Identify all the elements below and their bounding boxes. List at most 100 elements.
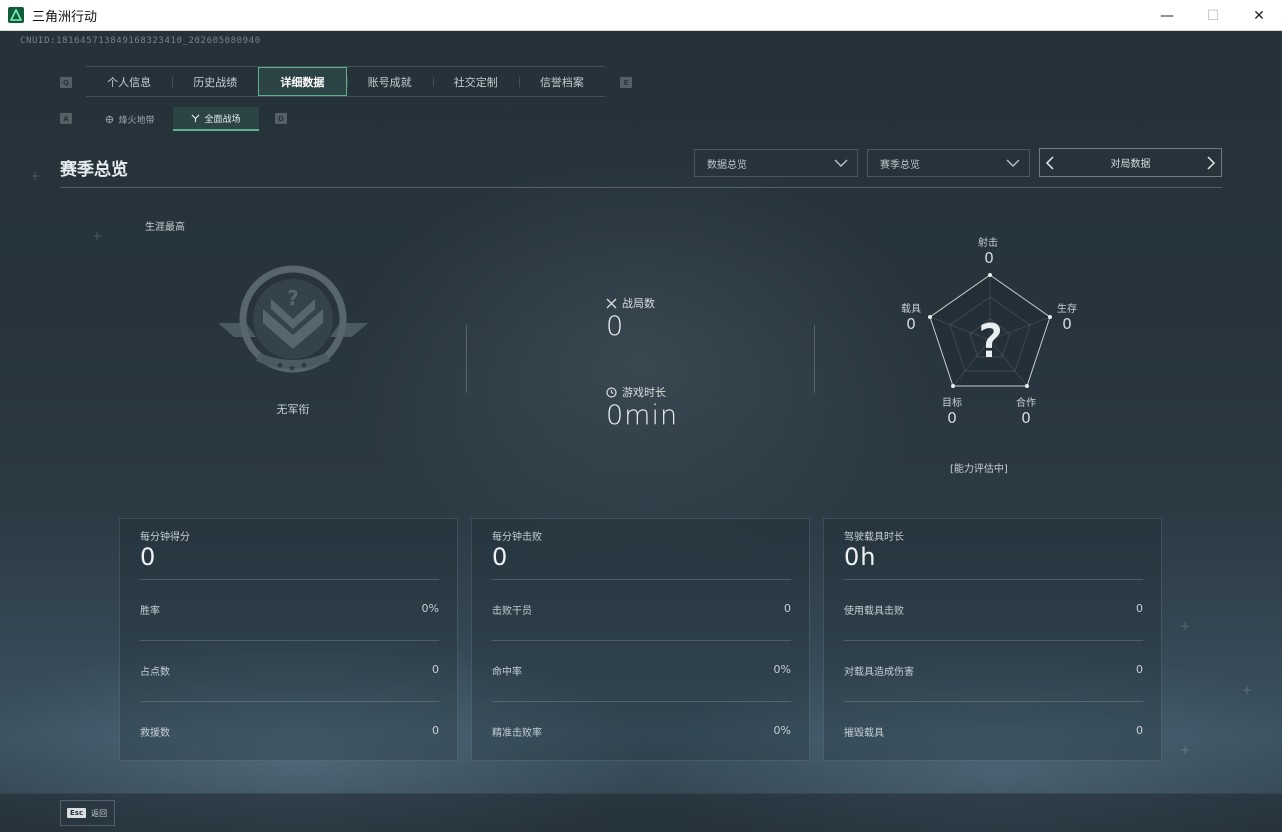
stat-row-value: 0% — [773, 724, 791, 737]
crosshair-deco-icon: + — [30, 169, 41, 183]
kill-stats-panel: 每分钟击败 0 击败干员 0 命中率 0% 精准击败率 0% — [471, 518, 810, 761]
stat-row: 胜率 0% — [140, 602, 439, 617]
radar-label-objective: 目标 — [942, 398, 962, 409]
crosshair-deco-icon: + — [1242, 683, 1253, 697]
stat-row-label: 击败干员 — [492, 606, 532, 617]
stat-row: 使用载具击败 0 — [844, 602, 1143, 617]
battlefield-icon — [192, 114, 200, 122]
minimize-button[interactable]: — — [1144, 0, 1190, 31]
game-viewport: CNUID:181645713849168323410_202605080940… — [0, 31, 1282, 832]
panel-main-value: 0 — [140, 543, 157, 571]
ability-radar-chart: ? — [928, 273, 1052, 388]
svg-text:★: ★ — [276, 361, 284, 371]
close-button[interactable]: ✕ — [1236, 0, 1282, 31]
esc-key-hint: Esc — [67, 808, 87, 818]
tab-next-key: E — [620, 77, 632, 88]
stat-row: 救援数 0 — [140, 724, 439, 739]
matches-label-text: 战局数 — [622, 297, 655, 310]
rank-emblem-icon: ? ★ ★ ★ — [218, 265, 368, 374]
header-divider — [60, 187, 1222, 188]
panel-title: 每分钟击败 — [492, 532, 542, 543]
stat-row-label: 命中率 — [492, 667, 522, 678]
stat-row: 摧毁载具 0 — [844, 724, 1143, 739]
subtab-extraction[interactable]: 烽火地带 — [87, 107, 173, 131]
pager-next-button[interactable] — [1201, 149, 1221, 176]
season-dropdown-value: 赛季总览 — [880, 159, 920, 171]
stat-row-label: 对载具造成伤害 — [844, 667, 914, 678]
back-button[interactable]: Esc 返回 — [60, 800, 115, 826]
data-type-dropdown[interactable]: 数据总览 — [694, 149, 858, 177]
stat-row: 对载具造成伤害 0 — [844, 663, 1143, 678]
window-titlebar: 三角洲行动 — ☐ ✕ — [0, 0, 1282, 31]
tab-history[interactable]: 历史战绩 — [172, 67, 258, 96]
pager-prev-button[interactable] — [1040, 149, 1060, 176]
subtab-prev-key: A — [60, 113, 72, 124]
career-best-label: 生涯最高 — [145, 222, 185, 233]
window-title: 三角洲行动 — [32, 9, 98, 25]
svg-text:?: ? — [287, 286, 299, 310]
panel-divider — [492, 579, 791, 580]
matches-value: 0 — [606, 311, 625, 342]
subtab-battlefield[interactable]: 全面战场 — [173, 107, 259, 131]
playtime-value: 0min — [606, 400, 679, 431]
radar-center-glyph: ? — [976, 314, 1004, 368]
panel-divider — [140, 701, 439, 702]
data-type-dropdown-value: 数据总览 — [707, 159, 747, 171]
panel-divider — [844, 640, 1143, 641]
chevron-down-icon — [1006, 159, 1020, 167]
matches-label: 战局数 — [606, 295, 655, 311]
column-divider — [466, 325, 467, 393]
panel-title: 每分钟得分 — [140, 532, 190, 543]
panel-divider — [844, 579, 1143, 580]
subtab-next-key: D — [275, 113, 287, 124]
tab-social[interactable]: 社交定制 — [432, 67, 519, 96]
subtab-extraction-label: 烽火地带 — [118, 115, 155, 126]
section-title: 赛季总览 — [60, 160, 128, 180]
playtime-label-text: 游戏时长 — [622, 386, 666, 399]
stat-row: 精准击败率 0% — [492, 724, 791, 739]
panel-main-value: 0 — [492, 543, 509, 571]
tab-detailed-data[interactable]: 详细数据 — [258, 67, 347, 96]
radar-value-survival: 0 — [1062, 315, 1072, 333]
stat-row-label: 摧毁载具 — [844, 728, 884, 739]
stat-row-value: 0 — [784, 602, 791, 615]
stat-row-label: 使用载具击败 — [844, 606, 904, 617]
panel-divider — [140, 579, 439, 580]
crosshair-deco-icon: + — [1180, 619, 1191, 633]
tab-reputation[interactable]: 信誉档案 — [518, 67, 605, 96]
clock-icon — [606, 386, 617, 398]
crossed-swords-icon — [606, 298, 617, 308]
tab-achievements[interactable]: 账号成就 — [346, 67, 433, 96]
panel-divider — [140, 640, 439, 641]
season-dropdown[interactable]: 赛季总览 — [867, 149, 1030, 177]
radar-value-objective: 0 — [947, 409, 957, 427]
radar-value-teamwork: 0 — [1021, 409, 1031, 427]
panel-title: 驾驶载具时长 — [844, 532, 904, 543]
score-stats-panel: 每分钟得分 0 胜率 0% 占点数 0 救援数 0 — [119, 518, 458, 761]
stat-row-value: 0% — [421, 602, 439, 615]
stat-row: 命中率 0% — [492, 663, 791, 678]
stat-row-label: 救援数 — [140, 728, 170, 739]
crosshair-deco-icon: + — [1180, 743, 1191, 757]
pager-label: 对局数据 — [1110, 159, 1151, 170]
stat-row: 击败干员 0 — [492, 602, 791, 617]
radar-value-shooting: 0 — [984, 249, 994, 267]
radar-label-survival: 生存 — [1057, 304, 1077, 315]
back-button-label: 返回 — [91, 808, 108, 818]
tab-personal-info[interactable]: 个人信息 — [86, 67, 172, 96]
column-divider — [814, 325, 815, 393]
maximize-button[interactable]: ☐ — [1190, 0, 1236, 31]
mode-subtabs: 烽火地带 全面战场 — [87, 107, 259, 131]
stat-row-value: 0 — [432, 663, 439, 676]
user-id-text: CNUID:181645713849168323410_202605080940 — [20, 36, 261, 46]
vehicle-stats-panel: 驾驶载具时长 0h 使用载具击败 0 对载具造成伤害 0 摧毁载具 0 — [823, 518, 1162, 761]
bottom-bar: Esc 返回 — [0, 793, 1282, 832]
stat-row-value: 0 — [1136, 724, 1143, 737]
chevron-left-icon — [1045, 155, 1054, 170]
panel-main-value: 0h — [844, 543, 877, 571]
radar-label-vehicle: 载具 — [901, 304, 921, 315]
radar-status-note: [能力评估中] — [950, 464, 1008, 475]
svg-text:★: ★ — [300, 361, 308, 371]
stat-row-label: 精准击败率 — [492, 728, 542, 739]
main-tabs: 个人信息 历史战绩 详细数据 账号成就 社交定制 信誉档案 — [86, 66, 605, 97]
